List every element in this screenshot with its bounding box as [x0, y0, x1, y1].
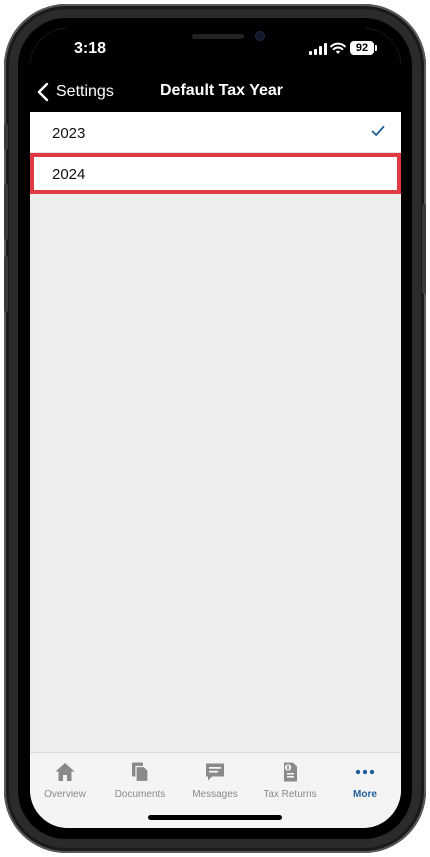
tab-messages[interactable]: Messages [178, 761, 252, 800]
tab-overview[interactable]: Overview [30, 761, 102, 800]
mute-switch [4, 124, 8, 150]
tax-year-option-2023[interactable]: 2023 [30, 112, 401, 153]
home-indicator[interactable] [148, 815, 282, 820]
volume-down-button [4, 256, 8, 312]
tab-more[interactable]: More [328, 761, 401, 800]
camera [256, 32, 264, 40]
navigation-bar: Settings Default Tax Year [30, 72, 401, 112]
tab-label: More [353, 789, 377, 800]
tab-label: Tax Returns [263, 789, 317, 800]
power-button [422, 204, 426, 294]
page-title: Default Tax Year [159, 82, 284, 99]
signal-icon [309, 43, 327, 55]
status-time: 3:18 [74, 40, 107, 57]
tab-tax-returns[interactable]: Tax Returns [253, 761, 327, 800]
wifi-icon [330, 42, 346, 54]
notch [112, 28, 318, 56]
tax-year-label: 2024 [52, 166, 86, 183]
tab-bar: Overview Documents Messages Tax Returns … [30, 752, 401, 828]
tax-year-label: 2023 [52, 125, 86, 142]
documents-icon [132, 762, 149, 783]
status-bar: 3:18 92 [30, 28, 401, 72]
tab-label: Messages [192, 789, 238, 800]
home-icon [55, 763, 75, 781]
volume-up-button [4, 184, 8, 240]
speaker [192, 34, 244, 39]
screen: 3:18 92 Settings Default Tax Year 2023 2… [30, 28, 401, 828]
checkmark-icon [371, 125, 385, 136]
tab-label: Documents [114, 789, 166, 800]
tax-year-option-2024[interactable]: 2024 [30, 153, 401, 194]
tab-documents[interactable]: Documents [103, 761, 177, 800]
tab-label: Overview [44, 789, 86, 800]
messages-icon [206, 763, 224, 781]
battery-icon: 92 [350, 41, 377, 55]
more-icon [355, 769, 375, 775]
tax-year-list: 2023 2024 [30, 112, 401, 194]
tax-returns-icon [284, 762, 297, 782]
